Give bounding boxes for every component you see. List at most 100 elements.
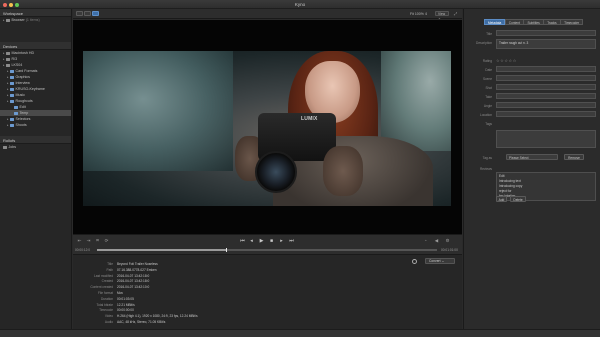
field-label: Angle <box>483 103 492 108</box>
clip-info-panel: Convert ⌄ Title Beyond Foti Trailer Nosel… <box>73 254 462 329</box>
tree-item-label: Interview <box>15 81 30 85</box>
date-field[interactable] <box>496 66 596 72</box>
info-value: Mov <box>117 291 124 295</box>
tree-item-label: Edit <box>19 105 26 109</box>
field-row: Date <box>464 66 600 73</box>
field-label: Location <box>479 112 492 117</box>
tree-item-label: Macintosh HD <box>11 51 35 55</box>
tree-item-label: Roughcuts <box>15 99 33 103</box>
view-dropdown[interactable]: View ⌄ <box>435 11 449 20</box>
info-value: H.264 (High 4.1), 1920 x 1080, 24:9, 23 … <box>117 314 198 319</box>
remove-tag-button[interactable]: Remove <box>564 154 584 160</box>
volume-icon[interactable]: ◀ <box>433 238 440 244</box>
info-key: File format <box>97 291 113 295</box>
tab-content[interactable]: Content <box>504 19 524 25</box>
browser-count: (1 items) <box>25 18 40 22</box>
tree-item-label: LKS04 <box>11 63 23 67</box>
grid-view-button[interactable] <box>84 11 91 16</box>
field-row: Tags <box>464 120 600 127</box>
list-view-button[interactable] <box>76 11 83 16</box>
scene-field[interactable] <box>496 75 596 81</box>
info-key: Path <box>106 267 113 272</box>
info-value: 12.21 MBit/s <box>117 302 135 307</box>
go-to-end-button[interactable]: ⏭ <box>288 238 295 244</box>
tab-tracks[interactable]: Tracks <box>543 19 561 25</box>
devices-tree: ▸ Macintosh HD ▸ R/3 ▸ LKS04 ▸ Card Formats ▸ Gra… <box>0 50 71 128</box>
convert-dropdown[interactable]: Convert ⌄ <box>425 258 455 264</box>
field-row: Take <box>464 93 600 100</box>
info-row: Audio AAC, 48 kHz, Stereo, 71.05 KBit/s <box>73 320 403 326</box>
tab-timecoder[interactable]: Timecoder <box>560 19 584 25</box>
step-forward-button[interactable]: ▸ <box>278 238 285 244</box>
tab-metadata[interactable]: Metadata <box>484 19 506 25</box>
tag-select[interactable]: Please Select <box>506 154 558 160</box>
field-row: Scene <box>464 75 600 82</box>
video-player[interactable]: LUMIX <box>73 20 462 234</box>
browser-label: Browser <box>11 18 25 22</box>
location-field[interactable] <box>496 111 596 117</box>
info-key: Duration <box>100 296 113 301</box>
info-key: Created <box>101 279 113 284</box>
title-field[interactable] <box>496 30 596 36</box>
info-value: Beyond Foti Trailer Noseless <box>117 262 158 266</box>
angle-field[interactable] <box>496 102 596 108</box>
speed-icon[interactable]: ◔ <box>422 238 429 243</box>
jobs-icon <box>3 145 7 149</box>
field-row: Location <box>464 111 600 118</box>
drive-icon <box>6 57 10 61</box>
folder-icon <box>10 87 14 91</box>
field-label: Tags <box>485 121 492 126</box>
info-value: AAC, 48 kHz, Stereo, 71.05 KBit/s <box>117 320 166 324</box>
field-label: Date <box>485 67 492 72</box>
loop-icon[interactable]: ⟳ <box>103 238 110 244</box>
add-review-button[interactable]: Add <box>496 196 507 202</box>
sidebar-item-jobs[interactable]: Jobs <box>0 144 71 150</box>
tab-subtitles[interactable]: Subtitles <box>523 19 544 25</box>
clip-icon[interactable]: ⌗ <box>94 238 101 243</box>
camera-lens <box>255 151 297 193</box>
shot-field[interactable] <box>496 84 596 90</box>
folder-icon <box>14 105 18 109</box>
play-button[interactable]: ▶ <box>258 238 265 244</box>
info-key: Video <box>104 314 113 319</box>
inspector-tabs: Metadata Content Subtitles Tracks Timecoder <box>484 19 584 25</box>
description-field[interactable]: Trailer rough cut n. 3 <box>496 39 596 49</box>
viewer-toolbar: Fit 100% ⇕ View ⌄ ⤢ <box>73 9 462 20</box>
mark-in-icon[interactable]: ⇤ <box>76 238 83 244</box>
delete-review-button[interactable]: Delete <box>510 196 526 202</box>
folder-icon <box>10 75 14 79</box>
tag-as-label: Tag as <box>482 155 492 160</box>
go-to-start-button[interactable]: ⏮ <box>239 238 246 244</box>
info-key: Total bitrate <box>96 302 113 307</box>
fullscreen-icon[interactable]: ⤢ <box>454 11 459 16</box>
stop-button[interactable]: ■ <box>268 238 275 244</box>
scrub-progress <box>97 249 227 251</box>
field-label: Scene <box>482 76 492 81</box>
player-view-button[interactable] <box>92 11 99 16</box>
playhead[interactable] <box>226 247 228 252</box>
folder-icon <box>10 69 14 73</box>
camera-brand: LUMIX <box>301 116 318 122</box>
rating-stars[interactable]: ☆☆☆☆☆ <box>496 58 517 63</box>
tree-item[interactable]: ▸ Shoots <box>0 122 71 128</box>
tags-textarea[interactable] <box>496 130 596 148</box>
settings-icon[interactable]: ⚙ <box>444 238 451 244</box>
info-key: Last modified <box>94 273 113 278</box>
tree-item-label: Graphics <box>15 75 30 79</box>
field-row: Rating ☆☆☆☆☆ <box>464 57 600 64</box>
field-label: Take <box>485 94 492 99</box>
take-field[interactable] <box>496 93 596 99</box>
scrub-bar[interactable] <box>97 247 437 252</box>
tree-item-label: Music <box>15 93 25 97</box>
zoom-fit-control[interactable]: Fit 100% ⇕ <box>410 12 428 16</box>
step-back-button[interactable]: ◂ <box>248 238 255 244</box>
sidebar-item-browser[interactable]: ▸ Browser (1 items) <box>0 17 71 23</box>
tree-item-label: Card Formats <box>15 69 38 73</box>
info-key: Audio <box>104 320 113 324</box>
jobs-label: Jobs <box>8 145 17 149</box>
transport-controls: ⇤ ⇥ ⌗ ⟳ ⏮ ◂ ▶ ■ ▸ ⏭ ◔ ◀ ⚙ 00:00:12:0 00:… <box>73 234 462 254</box>
inspector-panel: Metadata Content Subtitles Tracks Timecoder … <box>463 9 600 329</box>
info-gear-icon[interactable] <box>412 259 417 264</box>
video-frame: LUMIX <box>83 51 451 206</box>
mark-out-icon[interactable]: ⇥ <box>85 238 92 244</box>
